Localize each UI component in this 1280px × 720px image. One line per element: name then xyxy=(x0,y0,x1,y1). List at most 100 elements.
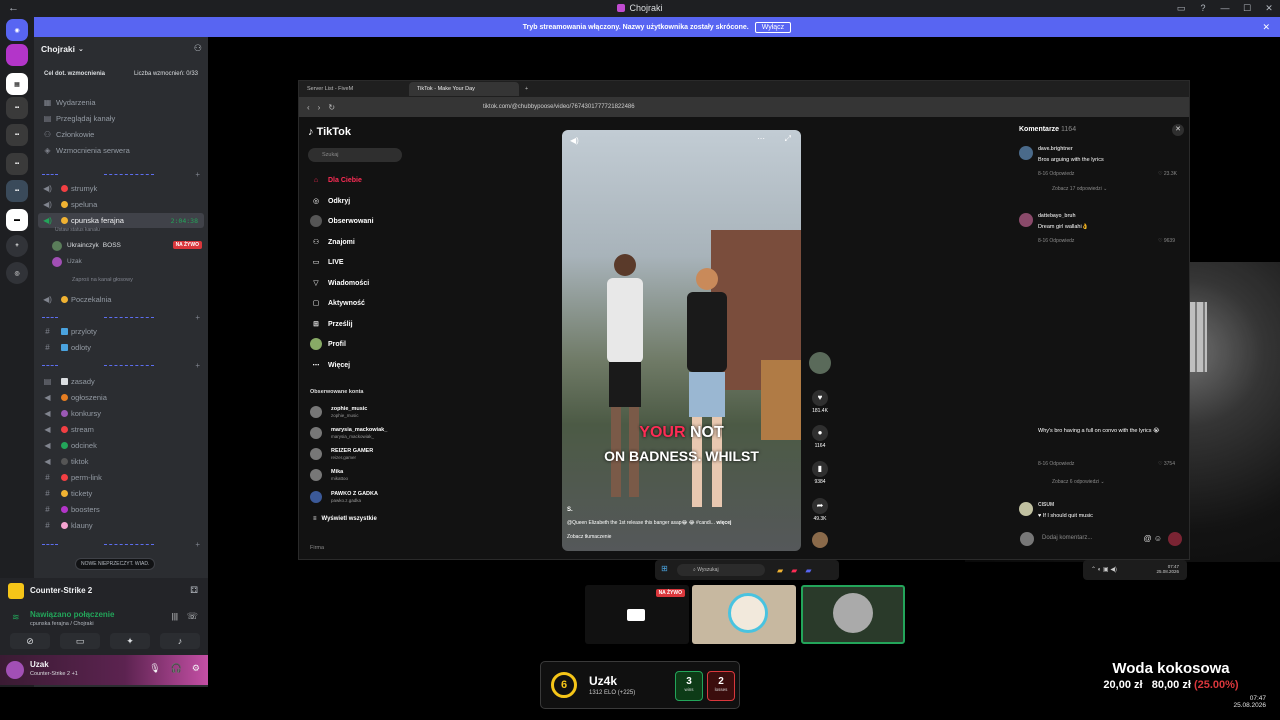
discover-icon[interactable]: ◎ xyxy=(6,262,28,284)
windows-start-icon[interactable]: ⊞ xyxy=(661,564,668,573)
avatar[interactable] xyxy=(6,661,24,679)
banner-close-icon[interactable]: ✕ xyxy=(1262,22,1270,33)
send-icon[interactable] xyxy=(1168,532,1182,546)
user-thumbnail-speaking[interactable] xyxy=(801,585,905,644)
voice-member[interactable]: Ukrainczyk BOSS xyxy=(52,239,121,252)
microphone-icon[interactable]: 🎙 xyxy=(149,663,160,674)
comment-button[interactable]: ● 1164 xyxy=(808,425,832,449)
text-channel-przyloty[interactable]: # przyloty xyxy=(38,324,204,339)
voice-channel-poczekalnia[interactable]: ◀) Poczekalnia xyxy=(38,292,204,307)
see-translation-link[interactable]: Zobacz tłumaczenie xyxy=(567,534,611,540)
comment-reply[interactable]: 8-16 Odpowiedz xyxy=(1038,238,1074,244)
tiktok-search-input[interactable]: Szukaj xyxy=(308,148,402,162)
comment-input[interactable]: Dodaj komentarz... @ ☺ xyxy=(1020,532,1186,546)
noise-suppression-icon[interactable]: ||| xyxy=(172,612,178,621)
discord-icon[interactable]: ▰ xyxy=(805,566,811,575)
maximize-button[interactable]: ☐ xyxy=(1236,0,1258,17)
minimize-button[interactable]: — xyxy=(1214,0,1236,17)
controller-icon[interactable]: ⚃ xyxy=(190,585,198,596)
view-replies[interactable]: Zobacz 17 odpowiedzi ⌄ xyxy=(1052,186,1107,192)
add-channel-icon[interactable]: + xyxy=(195,313,200,322)
text-channel-odcinek[interactable]: ◀ odcinek xyxy=(38,438,204,453)
nav-members[interactable]: ⚇ Członkowie xyxy=(38,127,204,142)
nav-explore[interactable]: ◎ Odkryj xyxy=(310,194,350,208)
creator-avatar[interactable] xyxy=(808,352,832,376)
comment-reply[interactable]: 8-16 Odpowiedz xyxy=(1038,461,1074,467)
nav-events[interactable]: ▦ Wydarzenia xyxy=(38,95,204,110)
server-folder-icon[interactable]: ▪▪ xyxy=(6,97,28,119)
disconnect-icon[interactable]: ☏ xyxy=(187,611,198,622)
text-channel-perm-link[interactable]: # perm-link xyxy=(38,470,204,485)
forward-icon[interactable]: › xyxy=(318,103,321,112)
server-header[interactable]: Chojraki ⌄ ⚇ xyxy=(34,37,208,61)
soundboard-button[interactable]: ♪ xyxy=(160,633,200,649)
server-folder-icon[interactable]: ▪▪ xyxy=(6,180,28,202)
server-icon-chojraki[interactable] xyxy=(6,44,28,66)
folder-icon[interactable]: ▰ xyxy=(777,566,783,575)
screen-share-button[interactable]: ▭ xyxy=(60,633,100,649)
nav-browse-channels[interactable]: ▤ Przeglądaj kanały xyxy=(38,111,204,126)
tab-tiktok[interactable]: TikTok - Make Your Day xyxy=(409,82,519,96)
nav-live[interactable]: ▭ LIVE xyxy=(310,255,344,269)
fullscreen-icon[interactable]: ⤢ xyxy=(785,134,791,144)
nav-profile[interactable]: Profil xyxy=(310,337,346,351)
text-channel-odloty[interactable]: # odloty xyxy=(38,340,204,355)
tiktok-logo[interactable]: ♪ TikTok xyxy=(308,126,351,138)
server-icon[interactable]: ▬ xyxy=(6,209,28,231)
invite-voice-link[interactable]: Zaproś na kanał głosowy xyxy=(72,277,133,283)
text-channel-klauny[interactable]: # klauny xyxy=(38,518,204,533)
sound-disc[interactable] xyxy=(808,532,832,550)
text-channel-ogloszenia[interactable]: ◀ ogłoszenia xyxy=(38,390,204,405)
nav-upload[interactable]: ⊞ Prześlij xyxy=(310,317,352,331)
comment-likes[interactable]: ♡ 23.3K xyxy=(1158,171,1177,177)
headphones-icon[interactable]: 🎧 xyxy=(171,663,182,674)
nav-for-you[interactable]: ⌂ Dla Ciebie xyxy=(310,173,362,187)
avatar[interactable] xyxy=(1019,146,1033,160)
comment-likes[interactable]: ♡ 9639 xyxy=(1158,238,1175,244)
tray-icons[interactable]: ⌃ ◐ ▣ ◀) xyxy=(1091,566,1117,573)
tab-fivem[interactable]: Server List - FiveM xyxy=(299,82,409,96)
comment-user[interactable]: dave.brightner xyxy=(1038,146,1073,152)
text-channel-zasady[interactable]: ▤ zasady xyxy=(38,374,204,389)
disable-streamer-mode-button[interactable]: Wyłącz xyxy=(754,21,792,33)
stream-thumbnail[interactable]: NA ŻYWO xyxy=(585,585,689,644)
gear-icon[interactable]: ⚙ xyxy=(192,663,200,674)
nav-more[interactable]: ⋯ Więcej xyxy=(310,358,351,372)
nav-friends[interactable]: ⚇ Znajomi xyxy=(310,235,355,249)
activities-button[interactable]: ✦ xyxy=(110,633,150,649)
discord-home-icon[interactable]: ◉ xyxy=(6,19,28,41)
activity-bar[interactable]: Counter-Strike 2 ⚃ xyxy=(0,578,208,603)
comment-user[interactable]: dattebayo_bruh xyxy=(1038,213,1076,219)
more-link[interactable]: więcej xyxy=(716,520,731,526)
add-channel-icon[interactable]: + xyxy=(195,361,200,370)
close-icon[interactable]: ✕ xyxy=(1172,124,1184,136)
avatar[interactable] xyxy=(1019,502,1033,516)
voice-channel-strumyk[interactable]: ◀) strumyk xyxy=(38,181,204,196)
comment-likes[interactable]: ♡ 3754 xyxy=(1158,461,1175,467)
share-button[interactable]: ➦ 49.3K xyxy=(808,498,832,522)
show-all-link[interactable]: ≡ Wyświetl wszystkie xyxy=(313,516,377,522)
nav-activity[interactable]: ▢ Aktywność xyxy=(310,296,365,310)
text-channel-tiktok[interactable]: ◀ tiktok xyxy=(38,454,204,469)
close-button[interactable]: ✕ xyxy=(1258,0,1280,17)
reload-icon[interactable]: ↻ xyxy=(328,103,335,112)
video-author[interactable]: S. xyxy=(567,507,573,513)
mention-icon[interactable]: @ ☺ xyxy=(1143,534,1162,543)
add-channel-icon[interactable]: + xyxy=(195,170,200,179)
browser-icon[interactable]: ▰ xyxy=(791,566,797,575)
comment-reply[interactable]: 8-16 Odpowiedz xyxy=(1038,171,1074,177)
invite-people-icon[interactable]: ⚇ xyxy=(194,43,202,54)
video-player[interactable]: ◀) ⋯ ⤢ YOUR NOT ON BADNESS. WHILST S. @Q… xyxy=(562,130,801,551)
camera-off-button[interactable]: ⊘ xyxy=(10,633,50,649)
comment-user[interactable]: CISUM xyxy=(1038,502,1054,508)
nav-messages[interactable]: ▽ Wiadomości xyxy=(310,276,369,290)
new-unread-tooltip[interactable]: NOWE NIEPRZECZYT. WIAD. xyxy=(75,558,156,570)
user-thumbnail[interactable] xyxy=(692,585,796,644)
voice-member[interactable]: Uzak xyxy=(52,255,82,268)
text-channel-konkursy[interactable]: ◀ konkursy xyxy=(38,406,204,421)
like-button[interactable]: ♥ 181.4K xyxy=(808,390,832,414)
signal-icon[interactable]: ≋ xyxy=(12,612,20,623)
save-button[interactable]: ▮ 9384 xyxy=(808,461,832,485)
taskbar-search[interactable]: ⌕ Wyszukaj xyxy=(677,564,765,576)
new-tab-icon[interactable]: + xyxy=(525,86,528,92)
